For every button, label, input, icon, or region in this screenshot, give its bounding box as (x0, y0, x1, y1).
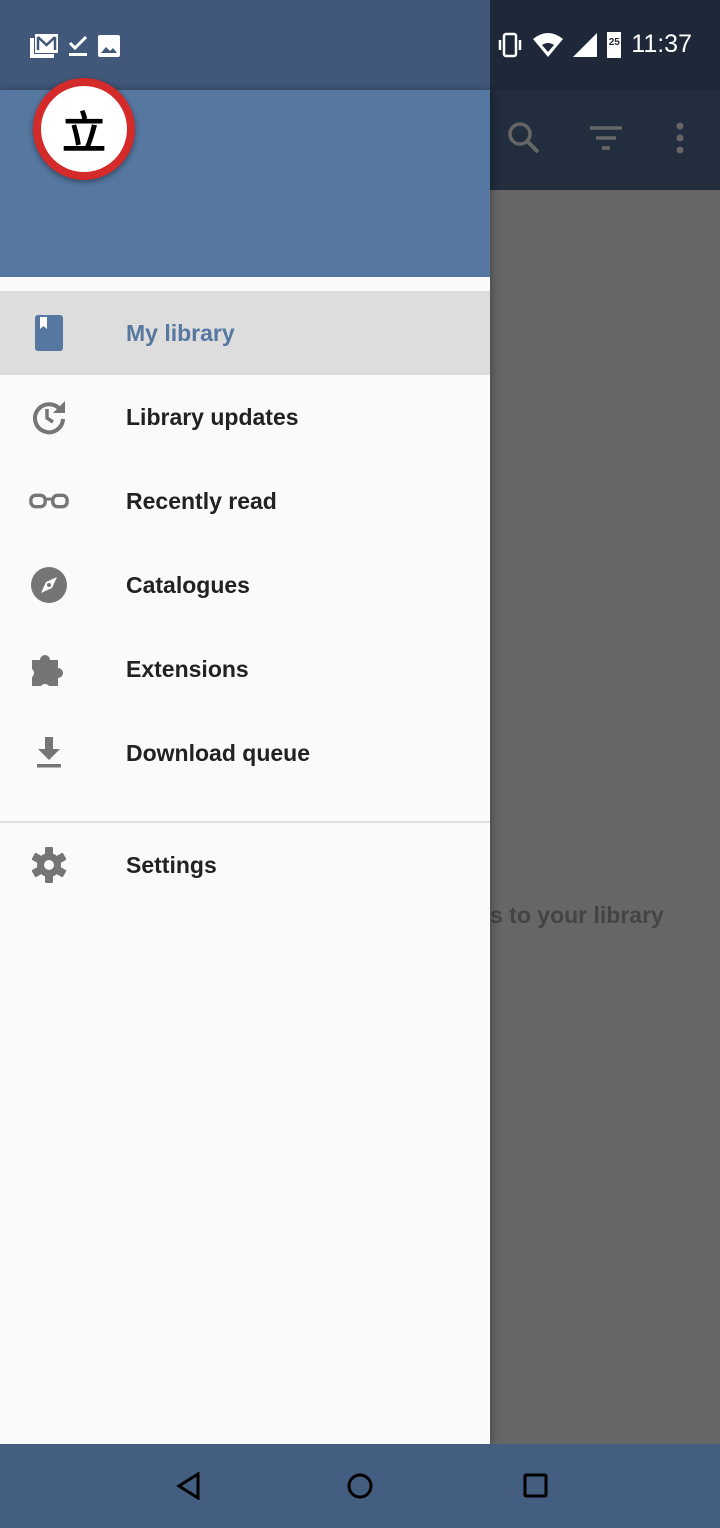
glasses-icon (29, 483, 69, 519)
drawer-item-label: Library updates (126, 403, 299, 430)
book-icon (29, 315, 69, 351)
image-icon (98, 35, 120, 57)
more-vert-icon[interactable] (670, 120, 690, 156)
system-nav-bar (0, 1444, 720, 1528)
battery-icon: 25 (607, 31, 622, 58)
drawer-item-label: Extensions (126, 655, 249, 682)
drawer-item-extensions[interactable]: Extensions (0, 627, 490, 711)
battery-level: 25 (608, 36, 620, 48)
clock: 11:37 (631, 30, 692, 58)
drawer-item-catalogues[interactable]: Catalogues (0, 543, 490, 627)
drawer-item-label: Catalogues (126, 571, 250, 598)
status-bar-left (0, 0, 490, 90)
navigation-drawer: 立 My library Library updates Recently re… (0, 78, 490, 1444)
check-icon (68, 35, 88, 56)
back-icon[interactable] (176, 1472, 202, 1500)
compass-icon (29, 567, 69, 603)
drawer-item-library-updates[interactable]: Library updates (0, 375, 490, 459)
drawer-item-label: Settings (126, 851, 217, 878)
download-icon (29, 735, 69, 771)
toolbar (490, 90, 720, 190)
drawer-item-settings[interactable]: Settings (0, 823, 490, 907)
filter-icon[interactable] (588, 120, 624, 156)
gear-icon (29, 847, 69, 883)
drawer-item-download-queue[interactable]: Download queue (0, 711, 490, 795)
drawer-item-my-library[interactable]: My library (0, 291, 490, 375)
home-icon[interactable] (346, 1472, 374, 1500)
recents-icon[interactable] (522, 1472, 550, 1500)
drawer-header: 立 (0, 78, 490, 277)
app-logo: 立 (33, 78, 135, 180)
empty-library-text: s to your library (490, 902, 664, 928)
drawer-item-label: My library (126, 319, 235, 346)
drawer-item-label: Recently read (126, 487, 277, 514)
puzzle-icon (29, 651, 69, 687)
gmail-icon (30, 34, 58, 58)
drawer-item-label: Download queue (126, 739, 310, 766)
signal-icon (573, 32, 598, 57)
wifi-icon (533, 32, 564, 57)
drawer-item-recently-read[interactable]: Recently read (0, 459, 490, 543)
status-bar: 25 11:37 (0, 0, 720, 90)
update-icon (29, 399, 69, 435)
vibrate-icon (499, 32, 522, 57)
search-icon[interactable] (506, 120, 542, 156)
library-content: s to your library (490, 190, 720, 1444)
